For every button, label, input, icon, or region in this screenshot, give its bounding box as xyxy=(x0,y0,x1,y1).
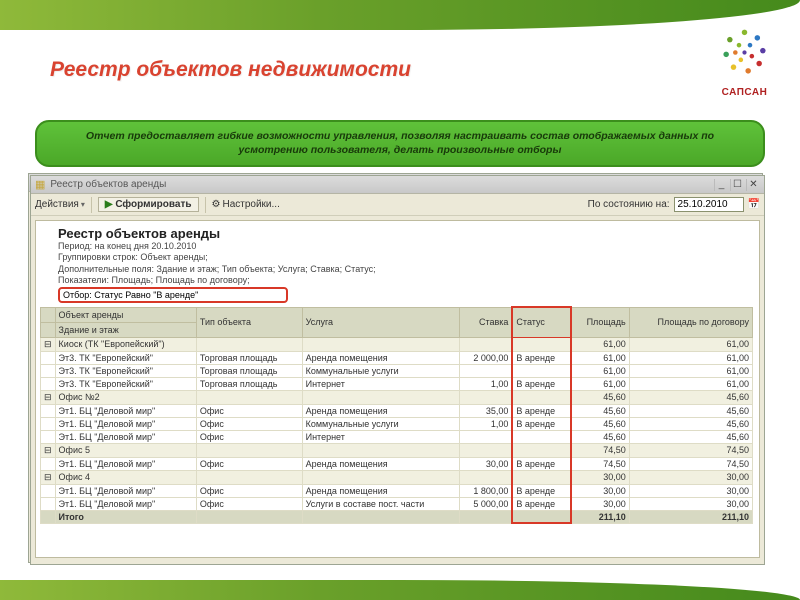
table-row[interactable]: Эт3. ТК "Европейский"Торговая площадьКом… xyxy=(41,364,753,377)
totals-area: 211,10 xyxy=(571,510,629,523)
report-period: Период: на конец дня 20.10.2010 xyxy=(58,241,753,252)
col-type: Тип объекта xyxy=(196,307,302,337)
report-indicators: Показатели: Площадь; Площадь по договору… xyxy=(58,275,753,286)
date-input[interactable] xyxy=(674,197,744,212)
group-row[interactable]: ⊟Офис 574,5074,50 xyxy=(41,443,753,457)
app-icon: ▦ xyxy=(35,178,45,191)
calendar-icon[interactable]: 📅 xyxy=(748,199,760,210)
window-title: Реестр объектов аренды xyxy=(50,179,709,190)
table-row[interactable]: Эт3. ТК "Европейский"Торговая площадьИнт… xyxy=(41,377,753,390)
toolbar: Действия▾ ▶ Сформировать ⚙Настройки... П… xyxy=(31,194,764,216)
totals-row: Итого 211,10 211,10 xyxy=(41,510,753,523)
report-title: Реестр объектов аренды xyxy=(58,226,753,241)
report-additional: Дополнительные поля: Здание и этаж; Тип … xyxy=(58,264,753,275)
titlebar: ▦ Реестр объектов аренды _ ☐ ✕ xyxy=(31,176,764,194)
report-grouping: Группировки строк: Объект аренды; xyxy=(58,252,753,263)
group-row[interactable]: ⊟Киоск (ТК "Европейский")61,0061,00 xyxy=(41,337,753,351)
brand-logo: САПСАН xyxy=(717,25,772,98)
report-header: Реестр объектов аренды Период: на конец … xyxy=(36,221,759,306)
col-object: Объект аренды xyxy=(55,307,196,322)
decorative-top-arc xyxy=(0,0,800,30)
col-rate: Ставка xyxy=(459,307,512,337)
report-table: Объект аренды Тип объекта Услуга Ставка … xyxy=(40,306,753,524)
col-area: Площадь xyxy=(571,307,629,337)
col-building: Здание и этаж xyxy=(55,322,196,337)
totals-area-c: 211,10 xyxy=(629,510,752,523)
table-row[interactable]: Эт1. БЦ "Деловой мир"ОфисАренда помещени… xyxy=(41,484,753,497)
gear-icon: ⚙ xyxy=(212,199,221,210)
group-row[interactable]: ⊟Офис №245,6045,60 xyxy=(41,390,753,404)
table-row[interactable]: Эт3. ТК "Европейский"Торговая площадьАре… xyxy=(41,351,753,364)
maximize-button[interactable]: ☐ xyxy=(730,179,744,191)
logo-icon xyxy=(717,25,772,80)
table-row[interactable]: Эт1. БЦ "Деловой мир"ОфисАренда помещени… xyxy=(41,404,753,417)
group-row[interactable]: ⊟Офис 430,0030,00 xyxy=(41,470,753,484)
col-service: Услуга xyxy=(302,307,459,337)
col-area-contract: Площадь по договору xyxy=(629,307,752,337)
date-label: По состоянию на: xyxy=(588,199,670,210)
page-title: Реестр объектов недвижимости xyxy=(50,58,411,82)
settings-button[interactable]: ⚙Настройки... xyxy=(212,199,280,210)
close-button[interactable]: ✕ xyxy=(746,179,760,191)
col-status: Статус xyxy=(512,307,570,337)
actions-menu[interactable]: Действия▾ xyxy=(35,199,85,210)
minimize-button[interactable]: _ xyxy=(714,179,728,191)
decorative-bottom-arc xyxy=(0,580,800,600)
separator xyxy=(205,197,206,213)
table-row[interactable]: Эт1. БЦ "Деловой мир"ОфисКоммунальные ус… xyxy=(41,417,753,430)
table-row[interactable]: Эт1. БЦ "Деловой мир"ОфисАренда помещени… xyxy=(41,457,753,470)
table-row[interactable]: Эт1. БЦ "Деловой мир"ОфисУслуги в состав… xyxy=(41,497,753,510)
app-window: ▦ Реестр объектов аренды _ ☐ ✕ Действия▾… xyxy=(30,175,765,565)
separator xyxy=(91,197,92,213)
totals-label: Итого xyxy=(55,510,196,523)
form-button[interactable]: ▶ Сформировать xyxy=(98,197,199,212)
table-row[interactable]: Эт1. БЦ "Деловой мир"ОфисИнтернет45,6045… xyxy=(41,430,753,443)
report-filter: Отбор: Статус Равно "В аренде" xyxy=(58,287,288,303)
description-box: Отчет предоставляет гибкие возможности у… xyxy=(35,120,765,167)
brand-name: САПСАН xyxy=(717,87,772,98)
report-area: Реестр объектов аренды Период: на конец … xyxy=(35,220,760,558)
col-tree xyxy=(41,307,56,322)
